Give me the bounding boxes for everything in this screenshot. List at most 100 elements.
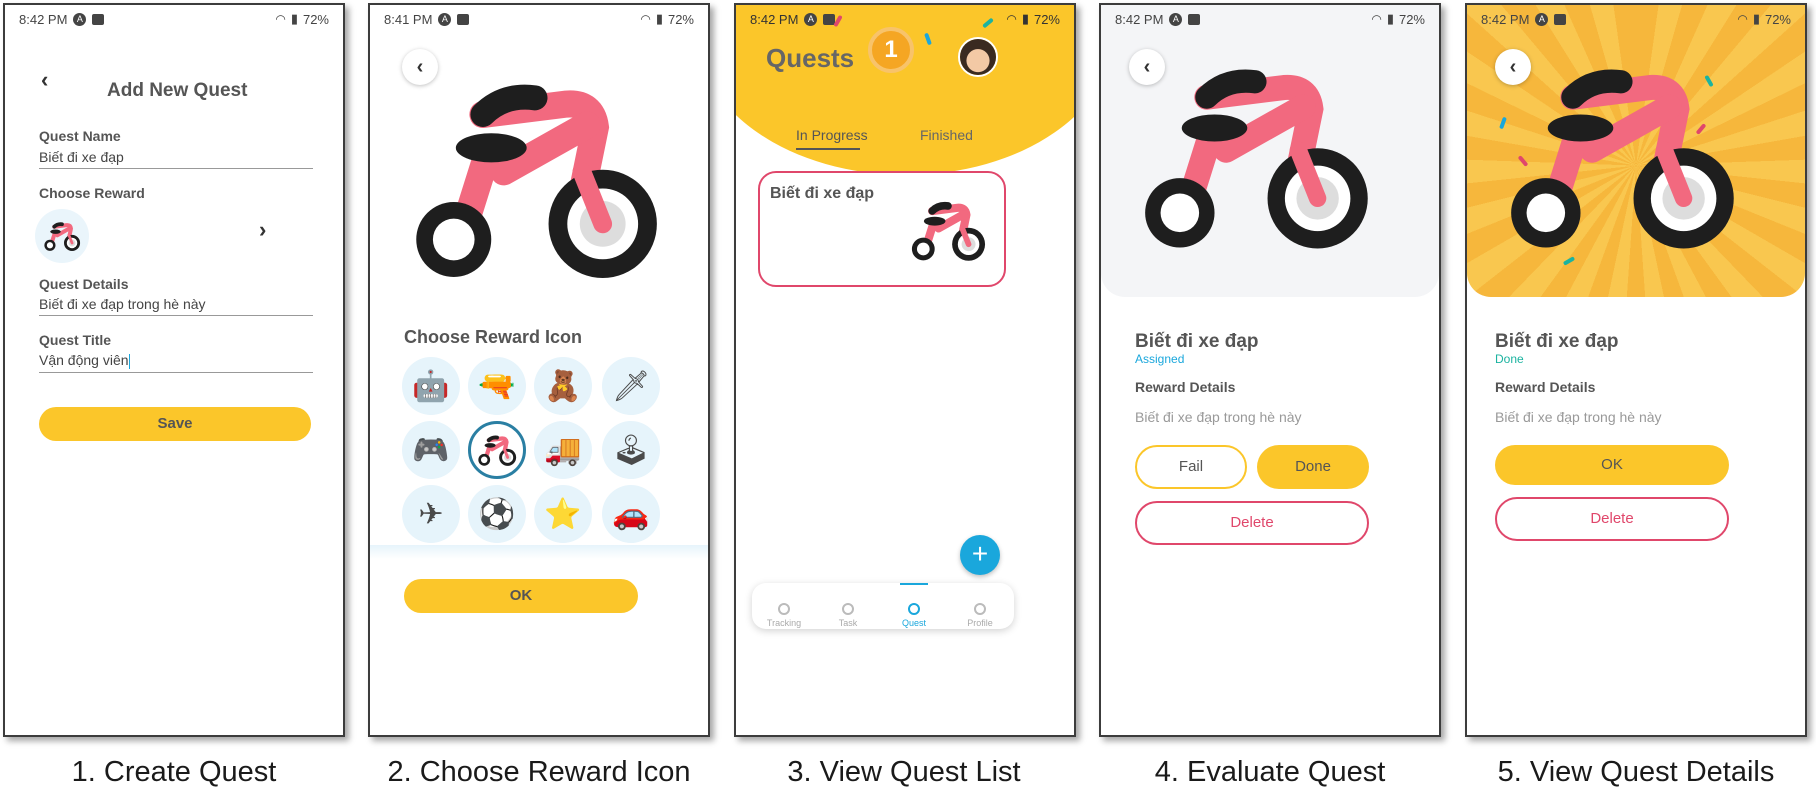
page-title: Add New Quest [107, 80, 248, 101]
bicycle-icon [477, 432, 517, 468]
status-bar: 8:42 PM A ◠ ▮ 72% [5, 5, 343, 33]
quest-card[interactable]: Biết đi xe đạp [758, 171, 1006, 287]
quest-title: Biết đi xe đạp [1135, 331, 1259, 352]
nav-quest[interactable]: Quest [884, 603, 944, 628]
screen-choose-reward-icon: 8:41 PM A ◠ ▮ 72% ‹ Choose Reward Icon 🤖 🔫 … [368, 3, 710, 737]
status-battery: 72% [302, 11, 329, 27]
task-icon [842, 603, 854, 615]
screen-quest-details: 8:42 PM A ◠ ▮ 72% ‹ Biết đi xe đạp Done Rew… [1465, 3, 1807, 737]
nav-task[interactable]: Task [818, 603, 878, 628]
image-notification-icon [92, 13, 105, 25]
tab-active-indicator [796, 148, 860, 150]
caption-view-quest-details: 5. View Quest Details [1497, 756, 1775, 788]
game-console-icon[interactable]: 🎮 [402, 421, 460, 479]
truck-icon[interactable]: 🚚 [534, 421, 592, 479]
avatar[interactable] [958, 37, 998, 77]
tab-in-progress[interactable]: In Progress [796, 127, 868, 143]
status-time: 8:42 PM [1481, 11, 1530, 27]
delete-button[interactable]: Delete [1495, 497, 1729, 541]
choose-reward-heading: Choose Reward Icon [404, 327, 583, 347]
status-bar: 8:42 PM A ◠ ▮ 72% [1101, 5, 1439, 33]
status-bar: 8:42 PM A ◠ ▮ 72% [1467, 5, 1805, 33]
quest-title: Biết đi xe đạp [1495, 331, 1619, 352]
wifi-icon: ◠ [275, 12, 286, 26]
robot-icon[interactable]: 🤖 [402, 357, 460, 415]
quest-title-field[interactable]: Vận động viên [39, 352, 313, 373]
wifi-icon: ◠ [640, 12, 651, 26]
avatar-face [960, 39, 996, 75]
plus-icon: + [971, 538, 989, 569]
medal-icon: 1 [868, 27, 914, 73]
quest-name-field[interactable]: Biết đi xe đạp [39, 149, 313, 169]
done-button[interactable]: Done [1257, 445, 1369, 489]
bicycle-icon [910, 195, 986, 265]
nav-tracking[interactable]: Tracking [754, 603, 814, 628]
profile-icon [974, 603, 986, 615]
ok-button[interactable]: OK [404, 579, 638, 613]
app-notification-icon: A [73, 12, 87, 26]
app-notification-icon: A [438, 12, 452, 26]
nav-tracking-label: Tracking [766, 618, 802, 628]
screen-quest-list: 8:42 PM A ◠ ▮ 72% Quests 1 In Progress Fini… [734, 3, 1076, 737]
status-time: 8:42 PM [1115, 11, 1164, 27]
signal-icon: ▮ [1752, 11, 1760, 26]
status-battery: 72% [1033, 11, 1060, 27]
nav-task-label: Task [838, 618, 858, 628]
status-badge: Done [1495, 352, 1524, 366]
status-battery: 72% [667, 11, 694, 27]
status-bar: 8:42 PM A ◠ ▮ 72% [736, 5, 1074, 33]
image-notification-icon [457, 13, 470, 25]
nav-profile[interactable]: Profile [950, 603, 1010, 628]
sword-icon[interactable]: 🗡 [602, 357, 660, 415]
plane-icon[interactable]: ✈ [402, 485, 460, 543]
image-notification-icon [1188, 13, 1201, 25]
ok-button[interactable]: OK [1495, 445, 1729, 485]
app-notification-icon: A [1535, 12, 1549, 26]
bicycle-option-selected[interactable] [468, 421, 526, 479]
app-notification-icon: A [1169, 12, 1183, 26]
reward-preview[interactable] [35, 209, 89, 263]
signal-icon: ▮ [1386, 11, 1394, 26]
nav-active-indicator [900, 583, 928, 585]
signal-icon: ▮ [655, 11, 663, 26]
tracking-icon [778, 603, 790, 615]
screen-evaluate-quest: 8:42 PM A ◠ ▮ 72% ‹ Biết đi xe đạp Assigned… [1099, 3, 1441, 737]
bicycle-icon [410, 61, 660, 293]
quest-details-field[interactable]: Biết đi xe đạp trong hè này [39, 296, 313, 316]
ball-icon[interactable]: ⚽ [468, 485, 526, 543]
quest-title-value: Vận động viên [39, 352, 129, 368]
save-button[interactable]: Save [39, 407, 311, 441]
fail-button[interactable]: Fail [1135, 445, 1247, 489]
text-cursor [128, 353, 131, 369]
quest-name-label: Quest Name [39, 128, 121, 144]
caption-choose-reward-icon: 2. Choose Reward Icon [387, 756, 691, 788]
status-battery: 72% [1764, 11, 1791, 27]
wifi-icon: ◠ [1737, 12, 1748, 26]
water-gun-icon[interactable]: 🔫 [468, 357, 526, 415]
status-time: 8:42 PM [750, 11, 799, 27]
icon-grid-fade [370, 545, 708, 559]
medal-number: 1 [884, 36, 898, 63]
teddy-bear-icon[interactable]: 🧸 [534, 357, 592, 415]
wifi-icon: ◠ [1006, 12, 1017, 26]
image-notification-icon [1554, 13, 1567, 25]
chevron-right-icon[interactable]: › [259, 217, 266, 243]
app-notification-icon: A [804, 12, 818, 26]
star-badge-icon[interactable]: ⭐ [534, 485, 592, 543]
tab-finished[interactable]: Finished [920, 127, 973, 143]
page-title: Quests [766, 43, 855, 73]
choose-reward-label: Choose Reward [39, 185, 145, 201]
screen-create-quest: 8:42 PM A ◠ ▮ 72% ‹ Add New Quest Quest Nam… [3, 3, 345, 737]
reward-details-label: Reward Details [1135, 379, 1236, 395]
back-arrow-icon[interactable]: ‹ [41, 67, 48, 93]
caption-view-quest-list: 3. View Quest List [787, 756, 1021, 788]
stage: 8:42 PM A ◠ ▮ 72% ‹ Add New Quest Quest Nam… [0, 0, 1816, 806]
status-badge: Assigned [1135, 352, 1185, 366]
delete-button[interactable]: Delete [1135, 501, 1369, 545]
caption-evaluate-quest: 4. Evaluate Quest [1154, 756, 1386, 788]
remote-control-icon[interactable]: 🕹 [602, 421, 660, 479]
car-icon[interactable]: 🚗 [602, 485, 660, 543]
quest-icon [908, 603, 920, 615]
add-quest-fab[interactable]: + [960, 535, 1000, 575]
status-battery: 72% [1398, 11, 1425, 27]
